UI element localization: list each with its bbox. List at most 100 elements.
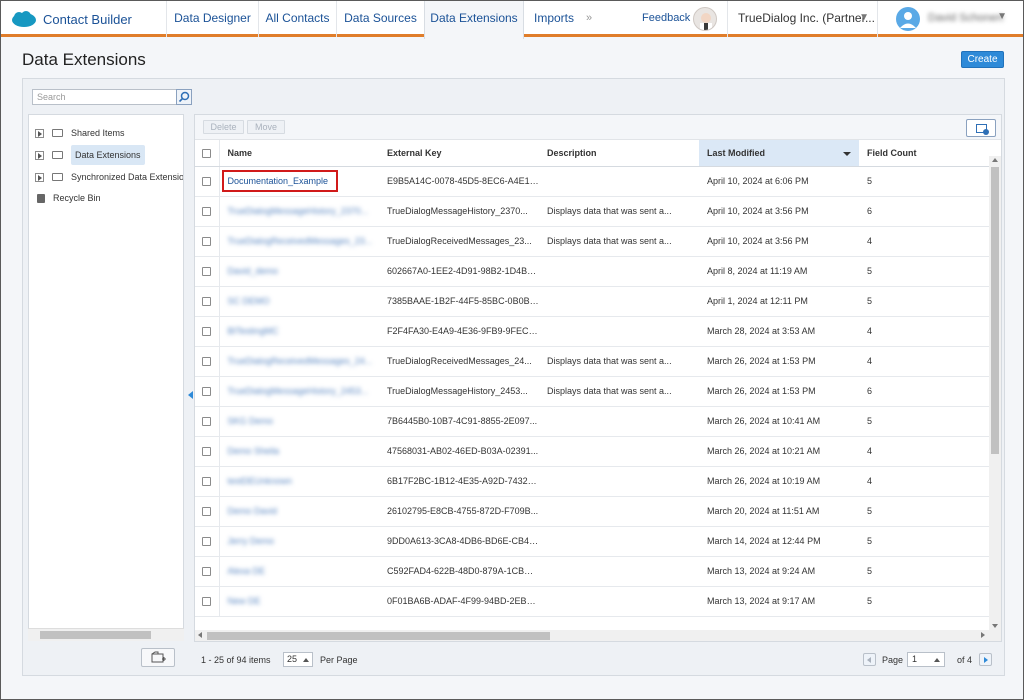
feedback-avatar-icon[interactable] [693, 7, 717, 31]
expand-icon[interactable] [35, 150, 44, 160]
row-name-link[interactable]: Alexa DE [228, 566, 266, 576]
row-name-link[interactable]: BITestingMC [228, 326, 279, 336]
row-checkbox[interactable] [202, 417, 212, 427]
table-row[interactable]: SC DEMO 7385BAAE-1B2F-44F5-85BC-0B0B9... A… [195, 286, 1001, 317]
row-name-link[interactable]: Demo Sheila [228, 446, 280, 456]
grid-horizontal-scrollbar[interactable] [195, 630, 1001, 641]
tab-imports[interactable]: Imports [524, 1, 584, 37]
table-row[interactable]: BITestingMC F2F4FA30-E4A9-4E36-9FB9-9FEC8… [195, 316, 1001, 347]
row-checkbox[interactable] [202, 177, 212, 187]
select-all-checkbox[interactable] [202, 148, 212, 158]
row-select-cell[interactable] [195, 496, 220, 527]
row-checkbox[interactable] [202, 567, 212, 577]
collapse-sidebar-icon[interactable] [188, 391, 193, 399]
feedback-link[interactable]: Feedback [642, 12, 690, 24]
row-select-cell[interactable] [195, 436, 220, 467]
move-button[interactable]: Move [247, 120, 285, 134]
row-name-link[interactable]: TrueDialogReceivedMessages_24... [228, 356, 373, 366]
table-row[interactable]: SKG Demo 7B6445B0-10B7-4C91-8855-2E097...… [195, 406, 1001, 437]
col-header-last-modified[interactable]: Last Modified [699, 140, 859, 167]
tree-item-synchronized-data-extensions[interactable]: Synchronized Data Extensions [35, 167, 183, 187]
row-checkbox[interactable] [202, 327, 212, 337]
row-name-link[interactable]: Demo David [228, 506, 278, 516]
row-select-cell[interactable] [195, 376, 220, 407]
col-header-description[interactable]: Description [539, 140, 699, 167]
table-row[interactable]: TrueDialogReceivedMessages_24... TrueDial… [195, 346, 1001, 377]
col-header-name[interactable]: Name [219, 140, 379, 167]
expand-icon[interactable] [35, 172, 44, 182]
per-page-select[interactable]: 25 [283, 652, 313, 667]
row-checkbox[interactable] [202, 267, 212, 277]
row-checkbox[interactable] [202, 537, 212, 547]
row-checkbox[interactable] [202, 477, 212, 487]
row-select-cell[interactable] [195, 526, 220, 557]
sort-desc-icon[interactable] [843, 151, 851, 156]
table-row[interactable]: TrueDialogMessageHistory_2370... TrueDial… [195, 196, 1001, 227]
tab-data-extensions[interactable]: Data Extensions [424, 1, 524, 39]
row-checkbox[interactable] [202, 597, 212, 607]
row-select-cell[interactable] [195, 466, 220, 497]
row-checkbox[interactable] [202, 207, 212, 217]
create-button[interactable]: Create [961, 51, 1004, 68]
row-name-link[interactable]: SKG Demo [228, 416, 274, 426]
table-row[interactable]: TrueDialogMessageHistory_2453... TrueDial… [195, 376, 1001, 407]
row-checkbox[interactable] [202, 507, 212, 517]
table-row[interactable]: testDEUnknown 6B17F2BC-1B12-4E35-A92D-743… [195, 466, 1001, 497]
page-number-input[interactable]: 1 [907, 652, 945, 667]
row-select-cell[interactable] [195, 166, 220, 197]
row-select-cell[interactable] [195, 406, 220, 437]
tree-horizontal-scrollbar[interactable] [28, 628, 184, 641]
search-input[interactable]: Search [32, 89, 180, 105]
select-all-cell[interactable] [195, 140, 220, 167]
row-name-link[interactable]: SC DEMO [228, 296, 270, 306]
grid-vertical-scrollbar[interactable] [989, 156, 1001, 630]
row-name-link[interactable]: Jerry Demo [228, 536, 275, 546]
table-row[interactable]: Alexa DE C592FAD4-622B-48D0-879A-1CBA1...… [195, 556, 1001, 587]
table-row[interactable]: Documentation_Example E9B5A14C-0078-45D5-… [195, 166, 1001, 197]
row-select-cell[interactable] [195, 556, 220, 587]
table-row[interactable]: TrueDialogReceivedMessages_23... TrueDial… [195, 226, 1001, 257]
tab-all-contacts[interactable]: All Contacts [258, 1, 336, 37]
row-select-cell[interactable] [195, 346, 220, 377]
row-name-link[interactable]: TrueDialogMessageHistory_2370... [228, 206, 369, 216]
table-row[interactable]: New DE 0F01BA6B-ADAF-4F99-94BD-2EBDD... Ma… [195, 586, 1001, 617]
row-select-cell[interactable] [195, 256, 220, 287]
tab-data-sources[interactable]: Data Sources [336, 1, 424, 37]
table-row[interactable]: Demo Sheila 47568031-AB02-46ED-B03A-02391… [195, 436, 1001, 467]
row-name-link[interactable]: testDEUnknown [228, 476, 293, 486]
tab-data-designer[interactable]: Data Designer [166, 1, 258, 37]
tree-item-recycle-bin[interactable]: Recycle Bin [37, 188, 101, 208]
table-row[interactable]: David_demo 602667A0-1EE2-4D91-98B2-1D4B9.… [195, 256, 1001, 287]
nav-more-icon[interactable]: » [586, 12, 592, 24]
col-header-external-key[interactable]: External Key [379, 140, 539, 167]
row-select-cell[interactable] [195, 196, 220, 227]
row-select-cell[interactable] [195, 286, 220, 317]
row-name-link[interactable]: TrueDialogMessageHistory_2453... [228, 386, 369, 396]
row-name-link[interactable]: Documentation_Example [228, 176, 329, 186]
new-folder-button[interactable] [141, 648, 175, 667]
tree-item-shared-items[interactable]: Shared Items [35, 123, 125, 143]
row-checkbox[interactable] [202, 447, 212, 457]
row-name-link[interactable]: David_demo [228, 266, 279, 276]
row-checkbox[interactable] [202, 357, 212, 367]
column-settings-button[interactable] [966, 119, 996, 137]
row-select-cell[interactable] [195, 586, 220, 617]
next-page-button[interactable] [979, 653, 992, 666]
delete-button[interactable]: Delete [203, 120, 244, 134]
row-checkbox[interactable] [202, 387, 212, 397]
tree-item-data-extensions[interactable]: Data Extensions [35, 145, 145, 165]
expand-icon[interactable] [35, 128, 44, 138]
row-checkbox[interactable] [202, 237, 212, 247]
user-menu[interactable]: David Schonert ▼ [877, 1, 1023, 37]
search-button[interactable] [176, 89, 192, 105]
table-row[interactable]: Demo David 26102795-E8CB-4755-872D-F709B.… [195, 496, 1001, 527]
row-checkbox[interactable] [202, 297, 212, 307]
row-select-cell[interactable] [195, 316, 220, 347]
col-header-field-count[interactable]: Field Count [859, 140, 999, 167]
prev-page-button[interactable] [863, 653, 876, 666]
row-select-cell[interactable] [195, 226, 220, 257]
table-row[interactable]: Jerry Demo 9DD0A613-3CA8-4DB6-BD6E-CB4D6.… [195, 526, 1001, 557]
org-switcher[interactable]: TrueDialog Inc. (Partner... ▼ [727, 1, 877, 37]
row-name-link[interactable]: New DE [228, 596, 261, 606]
brand[interactable]: Contact Builder [11, 8, 132, 30]
